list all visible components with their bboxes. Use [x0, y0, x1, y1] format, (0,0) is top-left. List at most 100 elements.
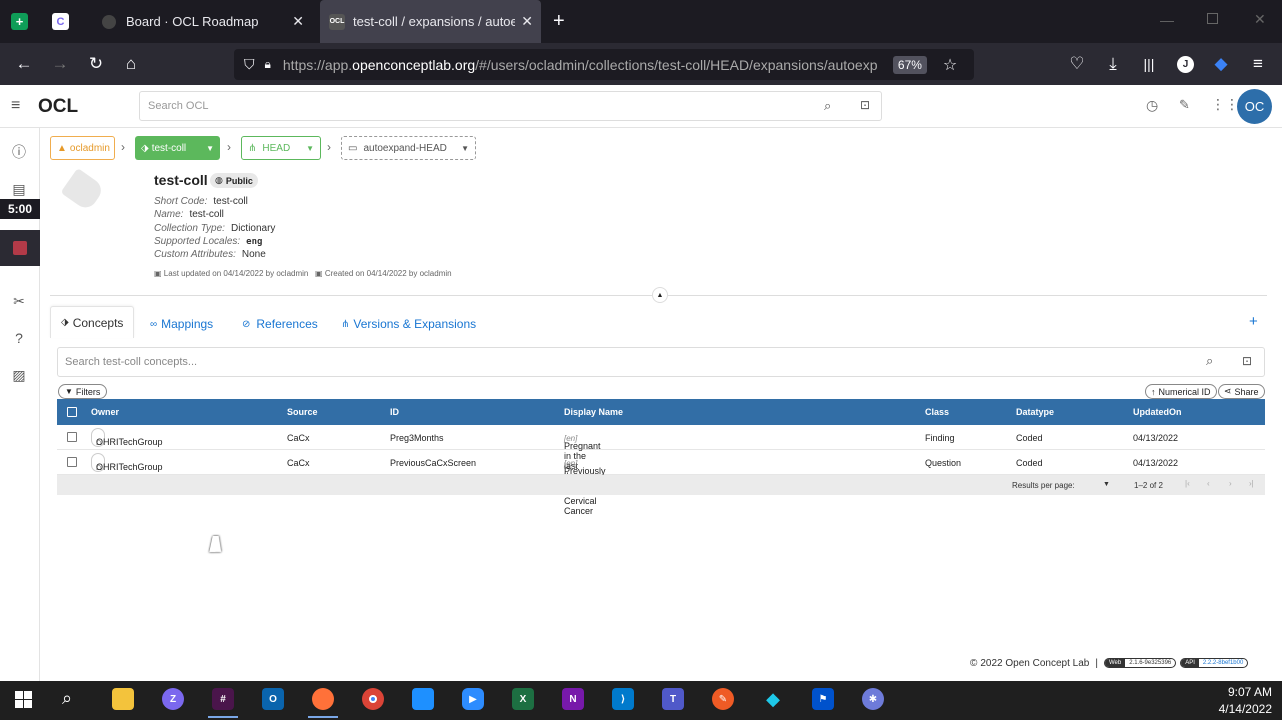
bookmark-star-icon[interactable]: ☆: [943, 55, 957, 75]
download-icon[interactable]: ⤓: [1102, 54, 1124, 74]
close-tab-icon[interactable]: ✕: [521, 13, 533, 30]
zoom-app-icon[interactable]: Z: [162, 688, 184, 710]
cell-id[interactable]: Preg3Months: [390, 433, 444, 443]
cell-display-name[interactable]: Previously Screened for Cervical Cancer …: [564, 458, 606, 516]
close-window-icon[interactable]: ✕: [1254, 11, 1266, 28]
tab-concepts[interactable]: ⬗ Concepts: [50, 306, 134, 338]
breadcrumb-owner[interactable]: ▲ ocladmin: [50, 136, 115, 160]
breadcrumb-collection[interactable]: ⬗ test-coll ▼: [135, 136, 220, 160]
url-text[interactable]: https://app.openconceptlab.org/#/users/o…: [283, 57, 881, 73]
chat-icon[interactable]: ▤: [10, 180, 28, 198]
lock-icon[interactable]: 🔒︎: [265, 57, 271, 72]
new-tab-icon[interactable]: +: [553, 10, 565, 33]
search-ocl-input[interactable]: Search OCL ⌕ ⊡: [139, 91, 882, 121]
taskbar-clock[interactable]: 9:07 AM 4/14/2022: [1200, 684, 1272, 718]
zoom-meetings-icon[interactable]: ▶: [462, 688, 484, 710]
restore-window-icon[interactable]: [1207, 13, 1218, 24]
first-page-icon[interactable]: |‹: [1185, 479, 1190, 488]
tab-test-coll[interactable]: OCL test-coll / expansions / autoexp ✕: [320, 0, 541, 43]
user-avatar[interactable]: OC: [1237, 89, 1272, 124]
cell-display-name[interactable]: Pregnant in the last three months [en]: [564, 433, 601, 491]
reload-icon[interactable]: ↻: [85, 54, 107, 74]
back-icon[interactable]: ←: [13, 54, 35, 74]
table-row[interactable]: ⌂ OHRITechGroup CaCx Preg3Months Pregnant…: [57, 425, 1265, 491]
info-icon[interactable]: ⓘ: [10, 143, 28, 161]
slack-icon[interactable]: #: [212, 688, 234, 710]
col-owner[interactable]: Owner: [91, 407, 119, 417]
owner-chip[interactable]: ⌂ OHRITechGroup: [91, 453, 163, 473]
jira-icon[interactable]: ⚑: [812, 688, 834, 710]
table-row[interactable]: ⌂ OHRITechGroup CaCx PreviousCaCxScreen P…: [57, 450, 1265, 516]
pin-icon[interactable]: ✎: [1179, 97, 1190, 113]
tools-icon[interactable]: ✂: [10, 292, 28, 310]
col-display-name[interactable]: Display Name: [564, 407, 623, 417]
help-icon[interactable]: ?: [10, 329, 28, 347]
search-icon[interactable]: ⌕: [824, 98, 831, 114]
tab-references[interactable]: ⊘ References: [242, 310, 318, 338]
row-checkbox[interactable]: [67, 457, 77, 467]
search-icon[interactable]: ⌕: [1206, 353, 1213, 369]
shield-icon[interactable]: ⛉: [244, 56, 255, 73]
extension-icon[interactable]: ◆: [1210, 54, 1232, 74]
filters-button[interactable]: ▼ Filters: [58, 384, 108, 399]
google-sheets-icon[interactable]: +: [11, 13, 28, 30]
col-id[interactable]: ID: [390, 407, 399, 417]
vscode-icon[interactable]: ⟩: [612, 688, 634, 710]
add-icon[interactable]: +: [1249, 313, 1258, 330]
owner-chip[interactable]: ⌂ OHRITechGroup: [91, 428, 163, 448]
chrome-icon[interactable]: [362, 688, 384, 710]
profile-avatar[interactable]: J: [1177, 56, 1194, 73]
sketch-icon[interactable]: ◆: [762, 688, 784, 710]
postman-icon[interactable]: ✎: [712, 688, 734, 710]
feedback-icon[interactable]: ▨: [10, 366, 28, 384]
breadcrumb-expansion[interactable]: ▭ autoexpand-HEAD ▼: [341, 136, 476, 160]
taskbar-search-icon[interactable]: ⌕: [62, 688, 72, 709]
scan-icon[interactable]: ⊡: [1242, 354, 1252, 368]
share-button[interactable]: ⋖ Share: [1218, 384, 1265, 399]
apps-grid-icon[interactable]: ⋮⋮: [1211, 96, 1239, 113]
cell-id[interactable]: PreviousCaCxScreen: [390, 458, 476, 468]
col-source[interactable]: Source: [287, 407, 318, 417]
tab-board-ocl-roadmap[interactable]: Board · OCL Roadmap ✕: [90, 0, 312, 43]
scan-icon[interactable]: ⊡: [860, 98, 870, 112]
excel-icon[interactable]: X: [512, 688, 534, 710]
last-page-icon[interactable]: ›|: [1249, 479, 1254, 488]
forward-icon[interactable]: →: [49, 54, 71, 74]
outlook-icon[interactable]: O: [262, 688, 284, 710]
url-bar[interactable]: ⛉ 🔒︎ https://app.openconceptlab.org/#/us…: [234, 49, 974, 80]
zoom-level[interactable]: 67%: [892, 55, 927, 74]
minimize-window-icon[interactable]: —: [1160, 12, 1174, 28]
tab-versions-expansions[interactable]: ⋔ Versions & Expansions: [341, 310, 476, 338]
windows-start-icon[interactable]: [15, 691, 32, 708]
onenote-icon[interactable]: N: [562, 688, 584, 710]
file-explorer-icon[interactable]: [112, 688, 134, 710]
ocl-logo[interactable]: OCL: [38, 96, 78, 118]
select-all-checkbox[interactable]: [67, 407, 77, 417]
pocket-icon[interactable]: ♡: [1066, 54, 1088, 74]
concept-search-input[interactable]: Search test-coll concepts... ⌕ ⊡: [57, 347, 1265, 377]
rows-per-page-select[interactable]: ▼: [1103, 481, 1110, 488]
numerical-id-label: Numerical ID: [1158, 386, 1211, 397]
menu-icon[interactable]: ≡: [11, 97, 20, 115]
clickup-icon[interactable]: C: [52, 13, 69, 30]
settings-app-icon[interactable]: ✱: [862, 688, 884, 710]
previous-page-icon[interactable]: ‹: [1207, 479, 1210, 488]
collapse-button[interactable]: ▲: [652, 287, 668, 303]
col-datatype[interactable]: Datatype: [1016, 407, 1054, 417]
firefox-icon[interactable]: [312, 688, 334, 710]
hamburger-menu-icon[interactable]: ≡: [1247, 54, 1269, 74]
home-icon[interactable]: ⌂: [120, 54, 142, 74]
next-page-icon[interactable]: ›: [1229, 479, 1232, 488]
col-class[interactable]: Class: [925, 407, 949, 417]
numerical-id-button[interactable]: ↑ Numerical ID: [1145, 384, 1217, 399]
tab-mappings[interactable]: ∞ Mappings: [150, 310, 213, 338]
record-stop-button[interactable]: [0, 230, 40, 266]
row-checkbox[interactable]: [67, 432, 77, 442]
history-icon[interactable]: ◷: [1146, 97, 1158, 114]
breadcrumb-version[interactable]: ⋔ HEAD ▼: [241, 136, 321, 160]
col-updated-on[interactable]: UpdatedOn: [1133, 407, 1182, 417]
library-icon[interactable]: |||: [1138, 54, 1160, 74]
close-tab-icon[interactable]: ✕: [292, 13, 304, 30]
teams-icon[interactable]: T: [662, 688, 684, 710]
sticky-notes-icon[interactable]: [412, 688, 434, 710]
